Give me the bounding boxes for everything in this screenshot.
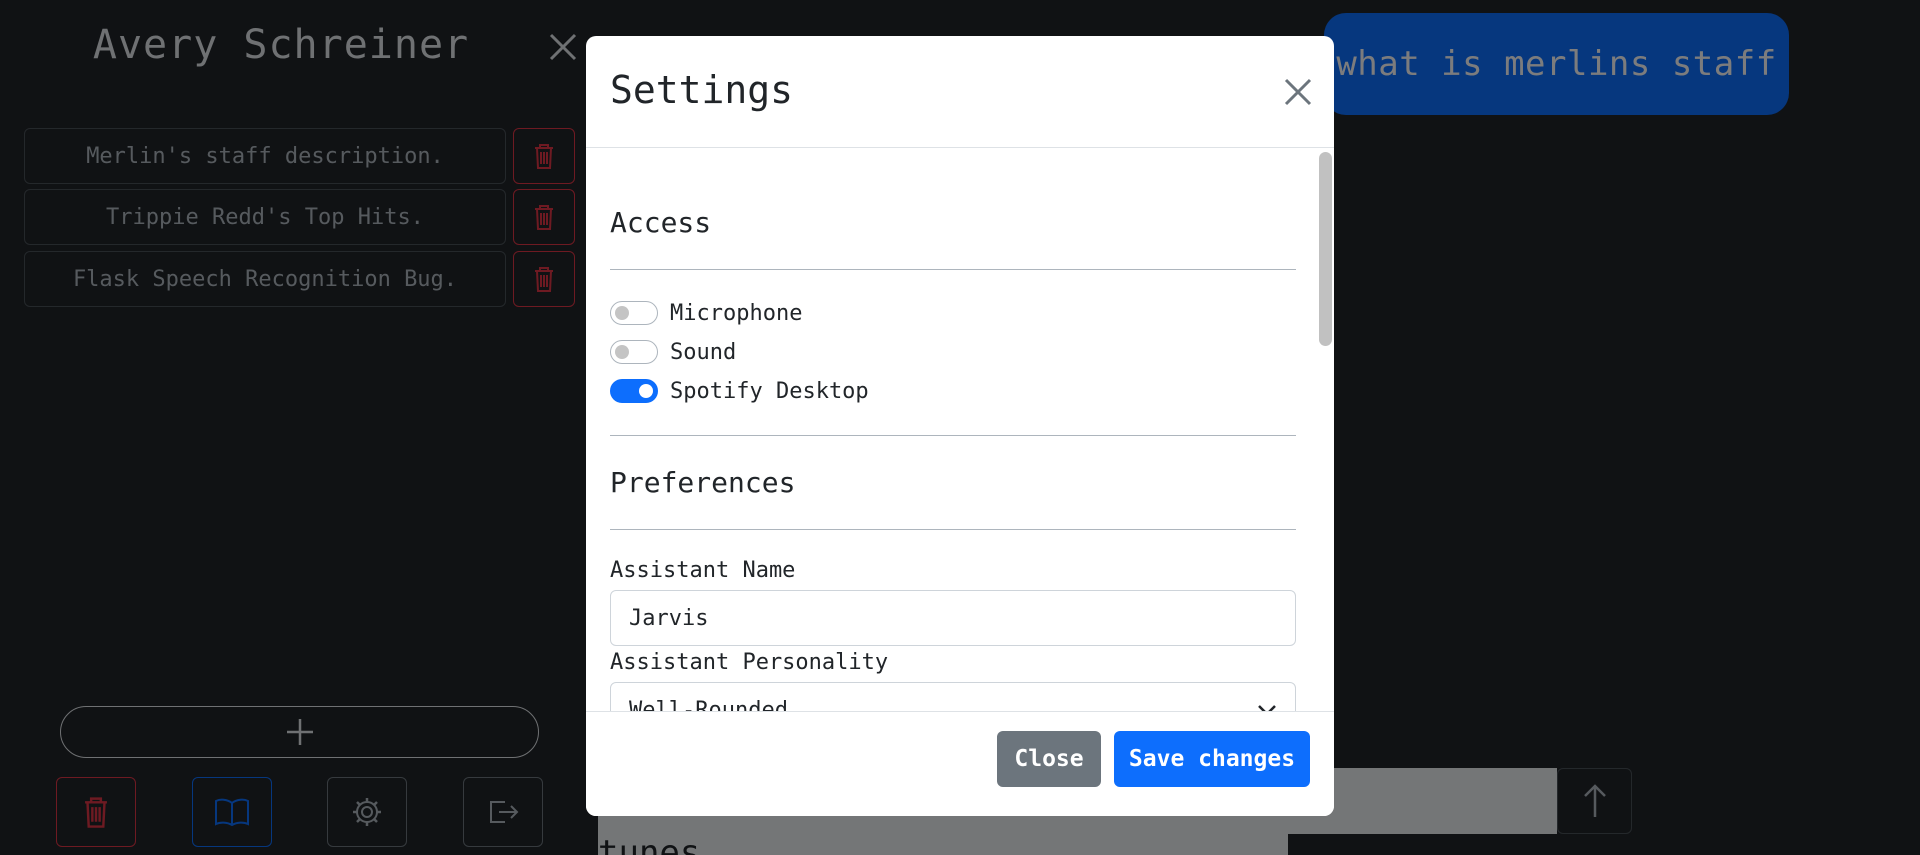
toggle-knob bbox=[639, 384, 653, 398]
access-section-title: Access bbox=[610, 206, 712, 239]
modal-title: Settings bbox=[610, 68, 794, 112]
divider bbox=[610, 435, 1296, 436]
sound-label: Sound bbox=[670, 339, 737, 365]
spotify-desktop-toggle[interactable] bbox=[610, 379, 658, 403]
modal-footer: Close Save changes bbox=[586, 711, 1334, 816]
close-button[interactable]: Close bbox=[997, 731, 1101, 787]
scrollbar[interactable] bbox=[1319, 152, 1332, 346]
spotify-toggle-row: Spotify Desktop bbox=[610, 378, 869, 404]
modal-body: Access Microphone Sound Spotify Desktop … bbox=[586, 148, 1334, 711]
microphone-label: Microphone bbox=[670, 300, 803, 326]
assistant-personality-value: Well-Rounded bbox=[629, 697, 788, 712]
preferences-section-title: Preferences bbox=[610, 466, 796, 499]
save-changes-button[interactable]: Save changes bbox=[1114, 731, 1310, 787]
divider bbox=[610, 269, 1296, 270]
settings-modal: Settings Access Microphone Sound Spotify… bbox=[586, 36, 1334, 816]
microphone-toggle[interactable] bbox=[610, 301, 658, 325]
divider bbox=[610, 529, 1296, 530]
assistant-name-label: Assistant Name bbox=[610, 558, 796, 583]
assistant-personality-label: Assistant Personality bbox=[610, 650, 889, 675]
microphone-toggle-row: Microphone bbox=[610, 300, 802, 326]
sound-toggle[interactable] bbox=[610, 340, 658, 364]
spotify-desktop-label: Spotify Desktop bbox=[670, 378, 869, 404]
close-icon[interactable] bbox=[1282, 76, 1314, 108]
toggle-knob bbox=[615, 306, 629, 320]
chevron-down-icon bbox=[1258, 705, 1276, 711]
toggle-knob bbox=[615, 345, 629, 359]
modal-header: Settings bbox=[586, 36, 1334, 148]
assistant-name-input[interactable] bbox=[610, 590, 1296, 646]
sound-toggle-row: Sound bbox=[610, 339, 736, 365]
assistant-personality-select[interactable]: Well-Rounded bbox=[610, 682, 1296, 711]
